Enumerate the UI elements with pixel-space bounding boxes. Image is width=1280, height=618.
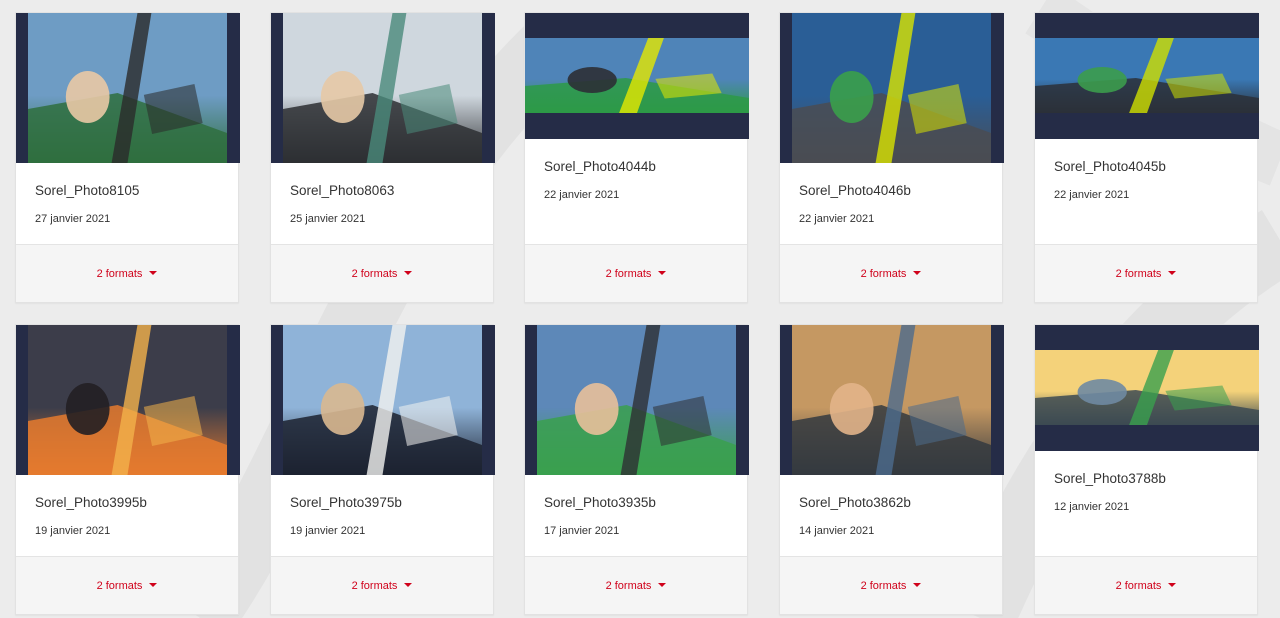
photo-thumbnail[interactable] bbox=[780, 13, 1004, 163]
formats-dropdown[interactable]: 2 formats bbox=[525, 556, 747, 614]
photo-card[interactable]: Sorel_Photo4044b 22 janvier 2021 2 forma… bbox=[524, 12, 749, 303]
photo-title[interactable]: Sorel_Photo3975b bbox=[290, 495, 402, 510]
photo-title[interactable]: Sorel_Photo8063 bbox=[290, 183, 394, 198]
photo-image bbox=[792, 13, 991, 163]
formats-label: 2 formats bbox=[1115, 579, 1162, 592]
photo-date: 17 janvier 2021 bbox=[544, 525, 620, 537]
photo-date: 22 janvier 2021 bbox=[799, 213, 875, 225]
photo-thumbnail[interactable] bbox=[271, 13, 495, 163]
photo-title[interactable]: Sorel_Photo4045b bbox=[1054, 159, 1166, 174]
photo-card[interactable]: Sorel_Photo3788b 12 janvier 2021 2 forma… bbox=[1034, 324, 1259, 615]
photo-card[interactable]: Sorel_Photo3995b 19 janvier 2021 2 forma… bbox=[15, 324, 240, 615]
formats-label: 2 formats bbox=[605, 267, 652, 280]
caret-down-icon bbox=[404, 582, 413, 587]
formats-dropdown[interactable]: 2 formats bbox=[271, 556, 493, 614]
photo-image bbox=[792, 325, 991, 475]
photo-image bbox=[283, 13, 482, 163]
photo-thumbnail[interactable] bbox=[1035, 325, 1259, 451]
formats-label: 2 formats bbox=[605, 579, 652, 592]
photo-title[interactable]: Sorel_Photo3995b bbox=[35, 495, 147, 510]
caret-down-icon bbox=[913, 270, 922, 275]
photo-title[interactable]: Sorel_Photo3935b bbox=[544, 495, 656, 510]
formats-label: 2 formats bbox=[1115, 267, 1162, 280]
formats-label: 2 formats bbox=[351, 579, 398, 592]
formats-dropdown[interactable]: 2 formats bbox=[16, 244, 238, 302]
formats-label: 2 formats bbox=[96, 267, 143, 280]
photo-thumbnail[interactable] bbox=[16, 13, 240, 163]
photo-date: 22 janvier 2021 bbox=[544, 189, 620, 201]
caret-down-icon bbox=[149, 582, 158, 587]
photo-date: 12 janvier 2021 bbox=[1054, 501, 1130, 513]
photo-image bbox=[1035, 38, 1259, 113]
photo-date: 27 janvier 2021 bbox=[35, 213, 111, 225]
formats-dropdown[interactable]: 2 formats bbox=[16, 556, 238, 614]
photo-card[interactable]: Sorel_Photo3862b 14 janvier 2021 2 forma… bbox=[779, 324, 1004, 615]
formats-dropdown[interactable]: 2 formats bbox=[1035, 556, 1257, 614]
photo-card[interactable]: Sorel_Photo3975b 19 janvier 2021 2 forma… bbox=[270, 324, 495, 615]
photo-date: 19 janvier 2021 bbox=[35, 525, 111, 537]
caret-down-icon bbox=[1168, 270, 1177, 275]
photo-title[interactable]: Sorel_Photo3788b bbox=[1054, 471, 1166, 486]
formats-label: 2 formats bbox=[860, 579, 907, 592]
caret-down-icon bbox=[658, 582, 667, 587]
photo-card[interactable]: Sorel_Photo8105 27 janvier 2021 2 format… bbox=[15, 12, 240, 303]
formats-dropdown[interactable]: 2 formats bbox=[271, 244, 493, 302]
photo-grid: Sorel_Photo8105 27 janvier 2021 2 format… bbox=[0, 0, 1280, 618]
photo-title[interactable]: Sorel_Photo3862b bbox=[799, 495, 911, 510]
caret-down-icon bbox=[1168, 582, 1177, 587]
photo-image bbox=[28, 13, 227, 163]
photo-thumbnail[interactable] bbox=[525, 13, 749, 139]
photo-thumbnail[interactable] bbox=[525, 325, 749, 475]
photo-card[interactable]: Sorel_Photo8063 25 janvier 2021 2 format… bbox=[270, 12, 495, 303]
photo-thumbnail[interactable] bbox=[271, 325, 495, 475]
photo-date: 19 janvier 2021 bbox=[290, 525, 366, 537]
caret-down-icon bbox=[913, 582, 922, 587]
photo-date: 14 janvier 2021 bbox=[799, 525, 875, 537]
photo-image bbox=[1035, 350, 1259, 425]
formats-label: 2 formats bbox=[860, 267, 907, 280]
formats-dropdown[interactable]: 2 formats bbox=[525, 244, 747, 302]
photo-image bbox=[537, 325, 736, 475]
caret-down-icon bbox=[658, 270, 667, 275]
formats-dropdown[interactable]: 2 formats bbox=[780, 556, 1002, 614]
photo-date: 25 janvier 2021 bbox=[290, 213, 366, 225]
photo-image bbox=[525, 38, 749, 113]
photo-title[interactable]: Sorel_Photo4044b bbox=[544, 159, 656, 174]
formats-dropdown[interactable]: 2 formats bbox=[780, 244, 1002, 302]
formats-label: 2 formats bbox=[96, 579, 143, 592]
photo-date: 22 janvier 2021 bbox=[1054, 189, 1130, 201]
photo-image bbox=[283, 325, 482, 475]
photo-card[interactable]: Sorel_Photo3935b 17 janvier 2021 2 forma… bbox=[524, 324, 749, 615]
photo-title[interactable]: Sorel_Photo4046b bbox=[799, 183, 911, 198]
photo-title[interactable]: Sorel_Photo8105 bbox=[35, 183, 139, 198]
formats-dropdown[interactable]: 2 formats bbox=[1035, 244, 1257, 302]
formats-label: 2 formats bbox=[351, 267, 398, 280]
caret-down-icon bbox=[404, 270, 413, 275]
photo-card[interactable]: Sorel_Photo4045b 22 janvier 2021 2 forma… bbox=[1034, 12, 1259, 303]
photo-thumbnail[interactable] bbox=[16, 325, 240, 475]
photo-thumbnail[interactable] bbox=[780, 325, 1004, 475]
photo-thumbnail[interactable] bbox=[1035, 13, 1259, 139]
caret-down-icon bbox=[149, 270, 158, 275]
photo-card[interactable]: Sorel_Photo4046b 22 janvier 2021 2 forma… bbox=[779, 12, 1004, 303]
photo-image bbox=[28, 325, 227, 475]
